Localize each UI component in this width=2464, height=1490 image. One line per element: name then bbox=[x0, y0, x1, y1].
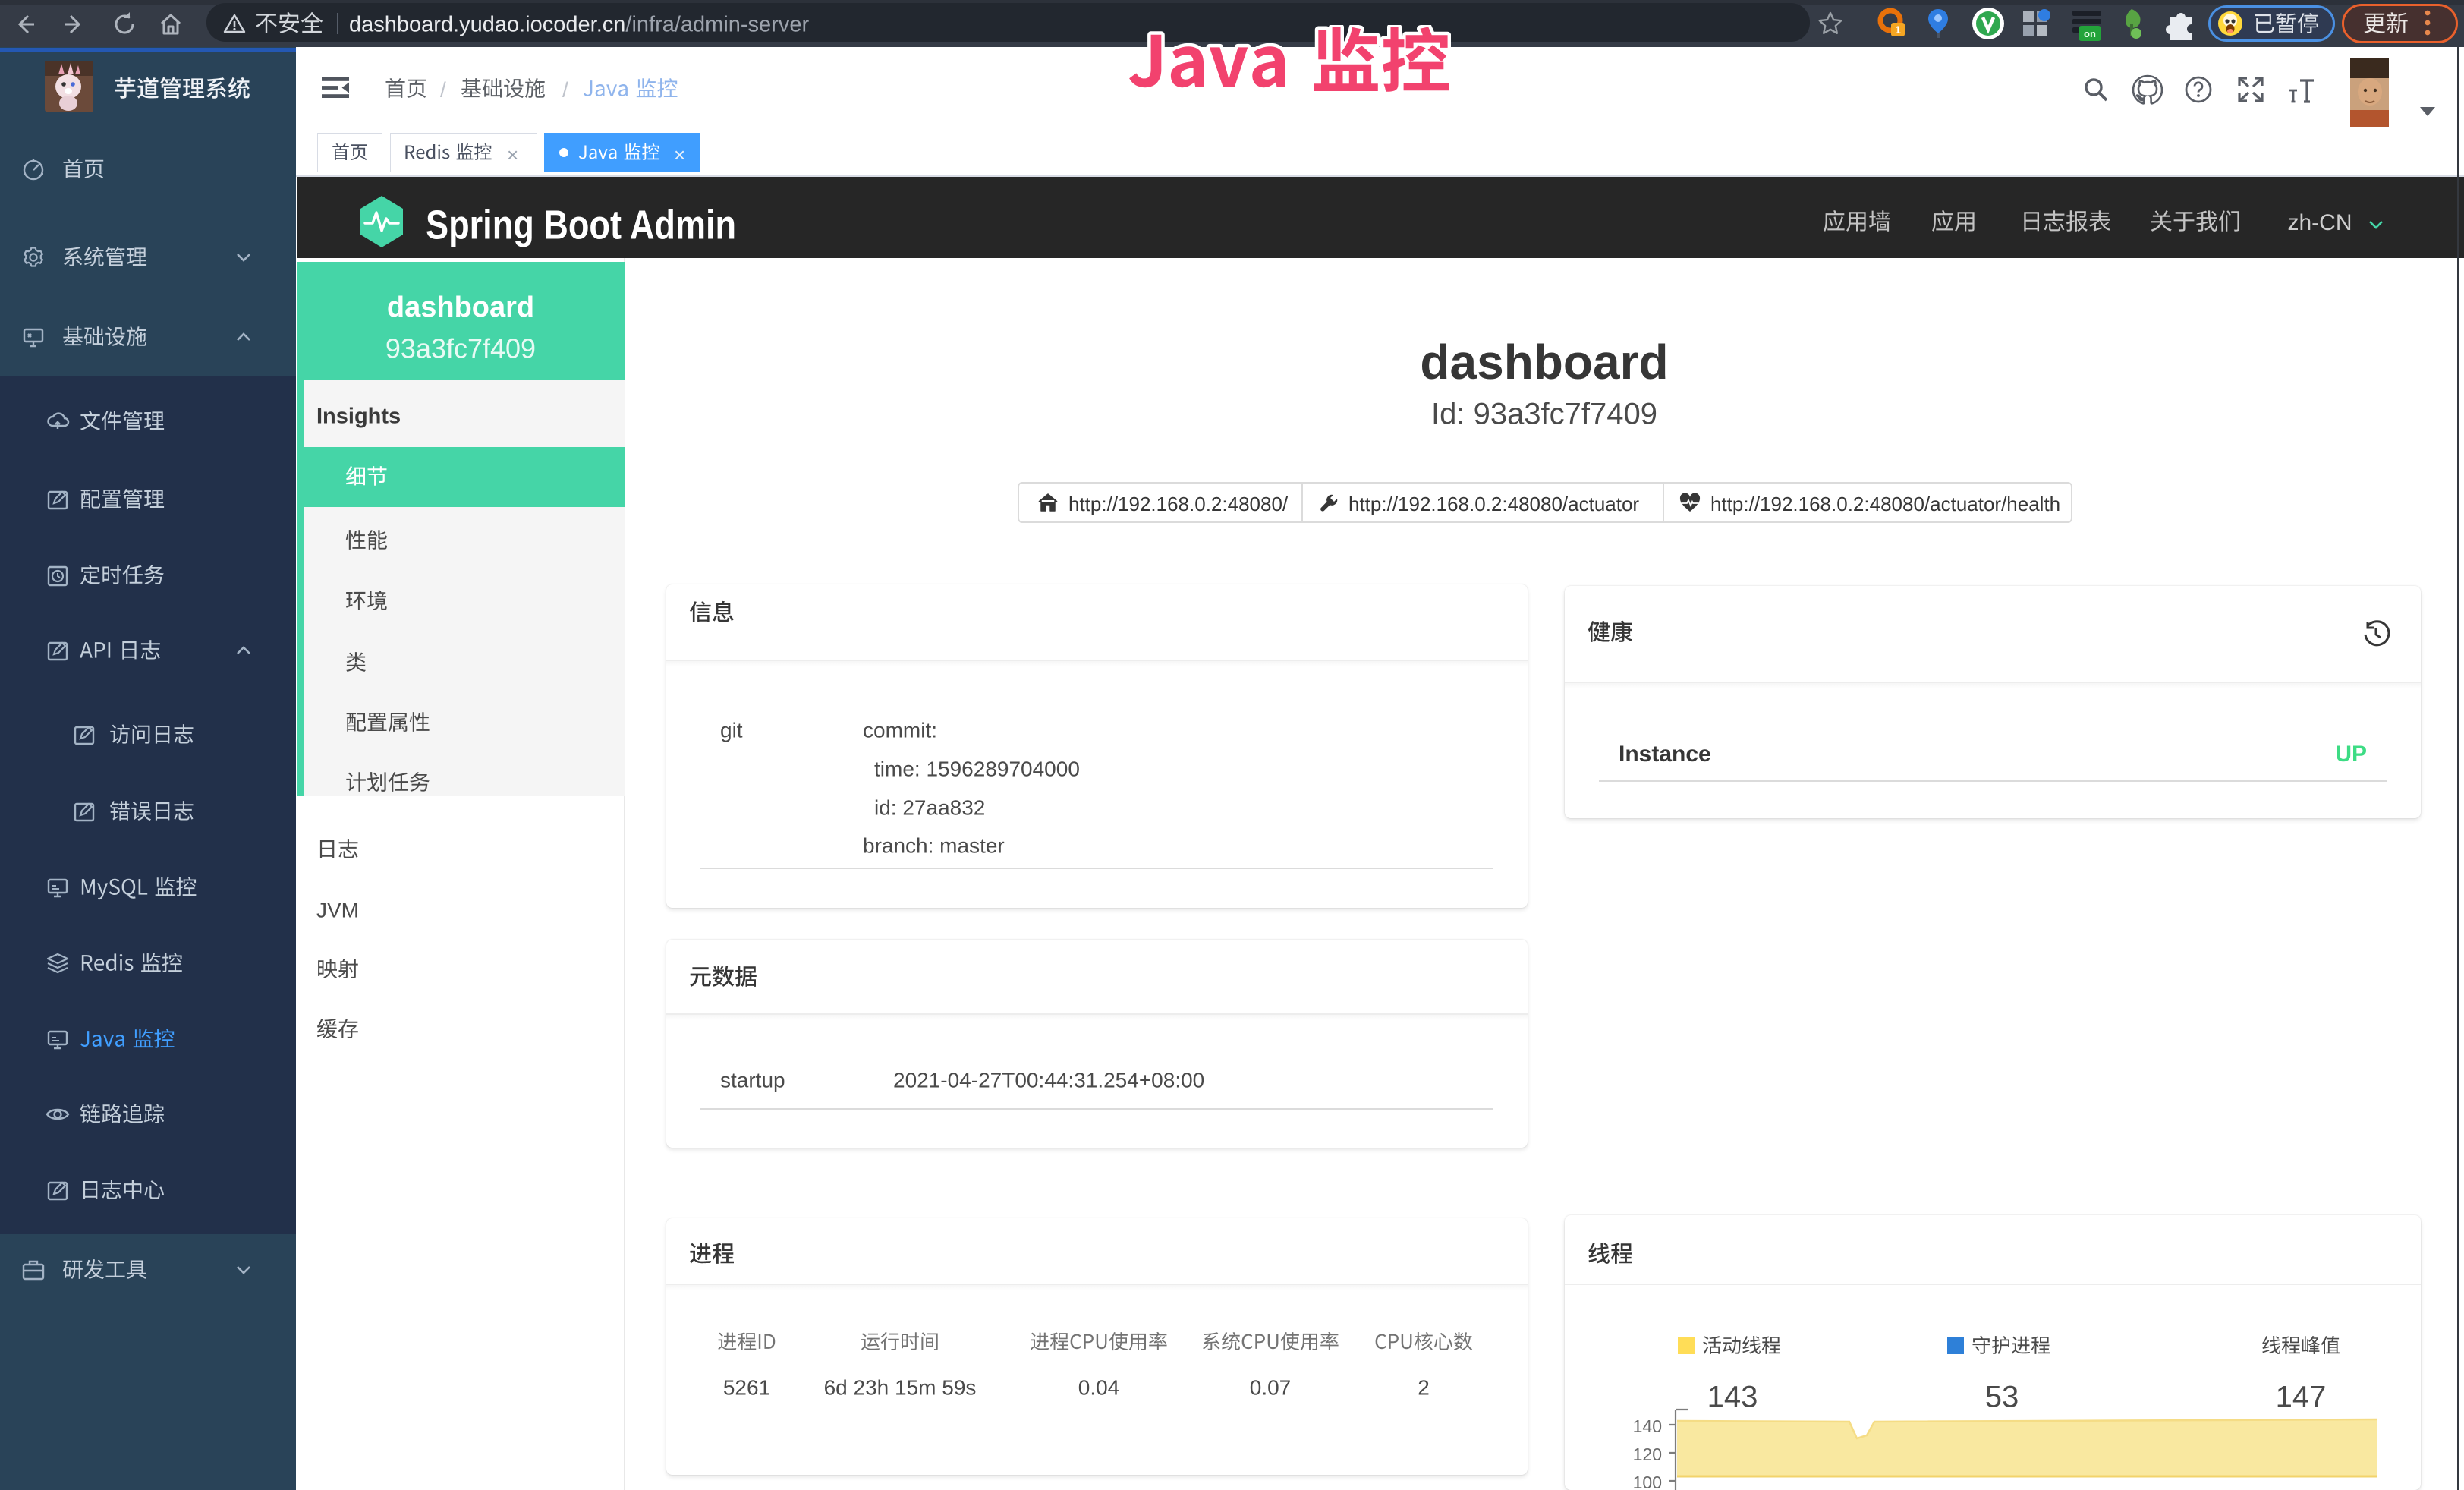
svg-text:on: on bbox=[2084, 28, 2096, 39]
svg-text:1: 1 bbox=[1895, 24, 1901, 36]
